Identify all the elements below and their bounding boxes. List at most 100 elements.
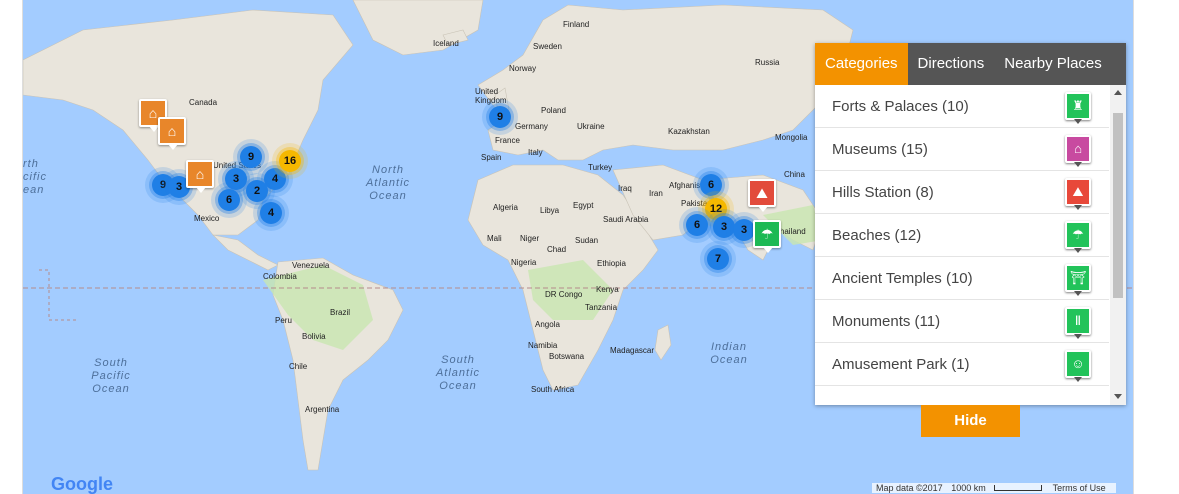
marker-cluster[interactable]: 6: [686, 214, 708, 236]
map-scale[interactable]: 1000 km: [951, 483, 986, 493]
ocean-label: North Atlantic Ocean: [365, 164, 411, 202]
country-label: Namibia: [528, 341, 558, 350]
fort-icon: ♜: [1065, 92, 1091, 124]
beach-icon[interactable]: ☂: [753, 220, 781, 253]
category-item-museums[interactable]: Museums (15) ⌂: [815, 128, 1109, 171]
scroll-up-icon[interactable]: [1114, 90, 1122, 95]
marker-cluster[interactable]: 3: [713, 216, 735, 238]
google-logo: Google: [51, 474, 113, 494]
country-label: Egypt: [573, 201, 594, 210]
beach-icon: ☂: [1065, 221, 1091, 253]
country-label: Brazil: [330, 308, 351, 317]
country-label: Poland: [541, 106, 566, 115]
country-label: Ethiopia: [597, 259, 626, 268]
marker-cluster[interactable]: 9: [489, 106, 511, 128]
country-label: Iraq: [618, 184, 632, 193]
country-label: Norway: [509, 64, 537, 73]
country-label: Sweden: [533, 42, 562, 51]
ocean-label: South Atlantic Ocean: [435, 354, 481, 392]
category-scrollbar[interactable]: [1110, 85, 1126, 405]
country-label: Iceland: [433, 39, 459, 48]
marker-cluster[interactable]: 7: [707, 248, 729, 270]
country-label: Saudi Arabia: [603, 215, 649, 224]
museum-icon[interactable]: ⌂: [158, 117, 186, 150]
country-label: France: [495, 136, 520, 145]
category-item-beaches[interactable]: Beaches (12) ☂: [815, 214, 1109, 257]
hide-button[interactable]: Hide: [921, 405, 1020, 437]
hills-icon[interactable]: ⛰: [748, 179, 776, 212]
country-label: Sudan: [575, 236, 599, 245]
marker-cluster[interactable]: 3: [225, 168, 247, 190]
country-label: Niger: [520, 234, 540, 243]
category-item-monuments[interactable]: Monuments (11) Ⅱ: [815, 300, 1109, 343]
map-footer: Map data ©2017 1000 km Terms of Use: [872, 483, 1116, 493]
scroll-down-icon[interactable]: [1114, 394, 1122, 399]
country-label: Iran: [649, 189, 663, 198]
country-label: Russia: [755, 58, 780, 67]
marker-cluster[interactable]: 6: [700, 174, 722, 196]
scale-bar: [994, 485, 1043, 491]
country-label: Turkey: [588, 163, 613, 172]
country-label: Kenya: [596, 285, 619, 294]
category-label: Museums (15): [832, 140, 928, 158]
map-side-panel: Categories Directions Nearby Places Fort…: [815, 43, 1126, 405]
category-label: Beaches (12): [832, 226, 922, 244]
tab-categories[interactable]: Categories: [815, 43, 908, 85]
tab-nearby-places[interactable]: Nearby Places: [994, 43, 1112, 85]
category-label: Ancient Temples (10): [832, 269, 973, 287]
ocean-label: rth cific ean: [23, 158, 47, 196]
country-label: South Africa: [531, 385, 575, 394]
country-label: Venezuela: [292, 261, 330, 270]
country-label: Libya: [540, 206, 560, 215]
marker-cluster[interactable]: 2: [246, 180, 268, 202]
category-item-hills-station[interactable]: Hills Station (8) ⛰: [815, 171, 1109, 214]
tab-directions[interactable]: Directions: [908, 43, 995, 85]
category-label: Amusement Park (1): [832, 355, 970, 373]
panel-tabs: Categories Directions Nearby Places: [815, 43, 1126, 85]
country-label: Angola: [535, 320, 560, 329]
country-label: Spain: [481, 153, 502, 162]
marker-cluster[interactable]: 9: [240, 146, 262, 168]
ocean-label: South Pacific Ocean: [91, 357, 131, 395]
museum-icon: ⌂: [1065, 135, 1091, 167]
marker-cluster[interactable]: 3: [733, 219, 755, 241]
amusement-park-icon: ☺: [1065, 350, 1091, 382]
category-list: Forts & Palaces (10) ♜ Museums (15) ⌂ Hi…: [815, 85, 1109, 405]
category-item-amusement-park[interactable]: Amusement Park (1) ☺: [815, 343, 1109, 386]
museum-icon[interactable]: ⌂: [186, 160, 214, 193]
scrollbar-thumb[interactable]: [1113, 113, 1123, 298]
country-label: Kazakhstan: [668, 127, 710, 136]
map-data-attribution: Map data ©2017: [876, 483, 943, 493]
country-label: United Kingdom: [475, 87, 507, 105]
hills-icon: ⛰: [1065, 178, 1091, 210]
country-label: Mexico: [194, 214, 220, 223]
country-label: DR Congo: [545, 290, 583, 299]
country-label: Ukraine: [577, 122, 605, 131]
country-label: Finland: [563, 20, 590, 29]
temple-icon: ⛩: [1065, 264, 1091, 296]
country-label: Mali: [487, 234, 502, 243]
country-label: Germany: [515, 122, 548, 131]
country-label: China: [784, 170, 805, 179]
category-label: Forts & Palaces (10): [832, 97, 969, 115]
category-item-forts-palaces[interactable]: Forts & Palaces (10) ♜: [815, 85, 1109, 128]
country-label: Algeria: [493, 203, 518, 212]
country-label: Madagascar: [610, 346, 655, 355]
country-label: Bolivia: [302, 332, 326, 341]
category-item-ancient-temples[interactable]: Ancient Temples (10) ⛩: [815, 257, 1109, 300]
category-label: Hills Station (8): [832, 183, 934, 201]
country-label: Chile: [289, 362, 308, 371]
terms-link[interactable]: Terms of Use: [1053, 483, 1106, 493]
category-label: Monuments (11): [832, 312, 941, 330]
marker-cluster[interactable]: 6: [218, 189, 240, 211]
marker-cluster[interactable]: 16: [279, 150, 301, 172]
marker-cluster[interactable]: 4: [260, 202, 282, 224]
country-label: Nigeria: [511, 258, 537, 267]
country-label: Canada: [189, 98, 218, 107]
country-label: Chad: [547, 245, 567, 254]
country-label: Mongolia: [775, 133, 808, 142]
country-label: Argentina: [305, 405, 340, 414]
country-label: Colombia: [263, 272, 297, 281]
country-label: Botswana: [549, 352, 585, 361]
country-label: Peru: [275, 316, 292, 325]
